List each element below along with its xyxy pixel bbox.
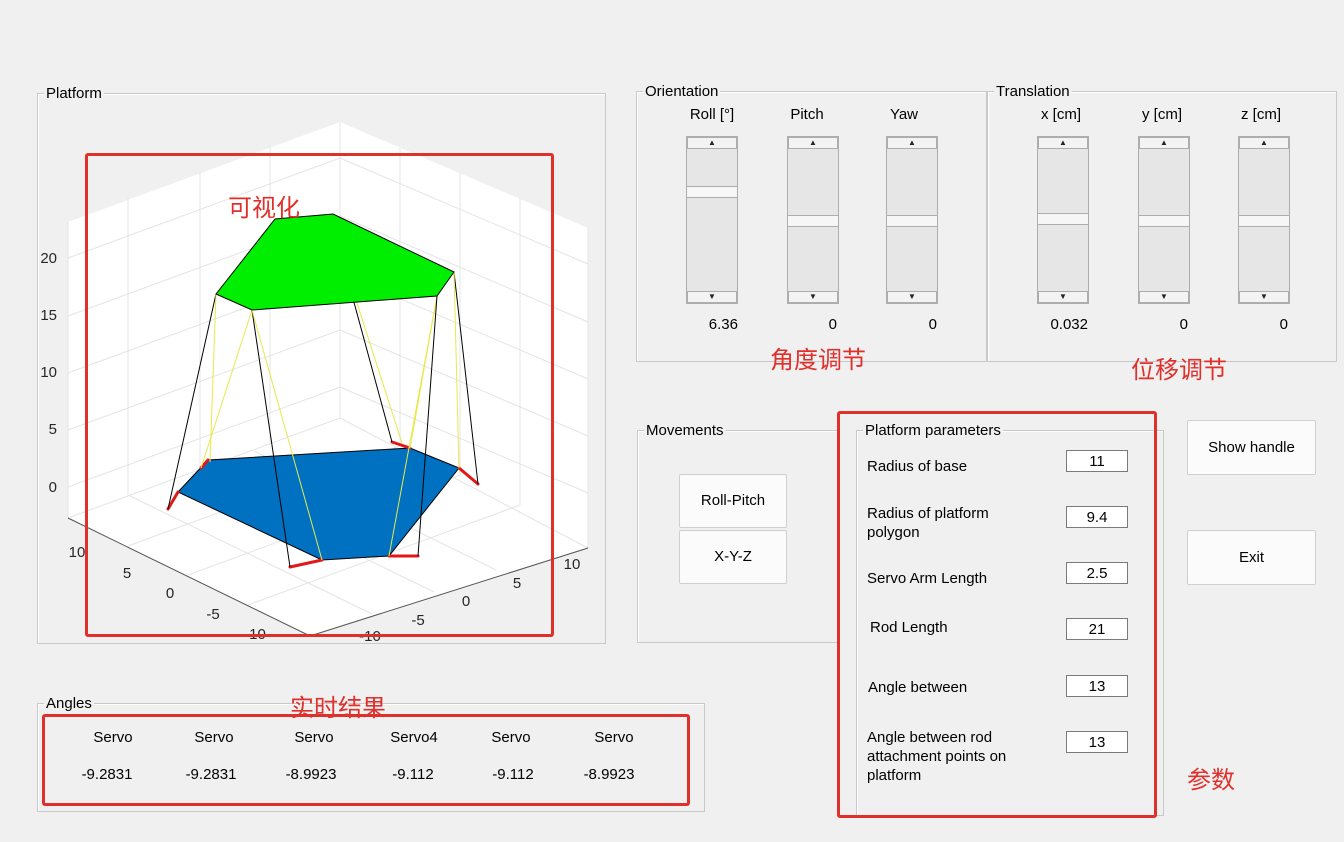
slider-thumb[interactable] <box>1239 215 1289 227</box>
z-tick: 5 <box>49 421 57 438</box>
slider-down-arrow-icon[interactable]: ▼ <box>887 291 937 303</box>
x-slider[interactable]: ▲ ▼ <box>1037 136 1089 304</box>
translation-panel-title: Translation <box>994 83 1072 100</box>
y-tick: 10 <box>564 556 581 573</box>
servo-6-header: Servo <box>594 729 634 746</box>
servo-6-value: -8.9923 <box>583 766 635 783</box>
x-tick: 10 <box>69 544 86 561</box>
angles-panel-title: Angles <box>44 695 94 712</box>
slider-thumb[interactable] <box>1139 215 1189 227</box>
slider-thumb[interactable] <box>887 215 937 227</box>
realtime-result-annotation-box <box>42 714 690 806</box>
z-header: z [cm] <box>1241 106 1281 123</box>
x-header: x [cm] <box>1041 106 1081 123</box>
servo-2-header: Servo <box>194 729 234 746</box>
slider-down-arrow-icon[interactable]: ▼ <box>687 291 737 303</box>
servo-4-header: Servo4 <box>390 729 438 746</box>
z-tick: 10 <box>40 364 57 381</box>
show-handle-button[interactable]: Show handle <box>1187 420 1316 475</box>
roll-header: Roll [°] <box>689 106 735 123</box>
parameters-annotation-label: 参数 <box>1187 767 1235 794</box>
roll-value: 6.36 <box>708 316 738 333</box>
pitch-header: Pitch <box>790 106 824 123</box>
movements-panel-title: Movements <box>644 422 726 439</box>
slider-down-arrow-icon[interactable]: ▼ <box>1038 291 1088 303</box>
z-tick: 0 <box>49 479 57 496</box>
pitch-value: 0 <box>828 316 837 333</box>
xyz-button[interactable]: X-Y-Z <box>679 530 787 584</box>
x-value: 0.032 <box>1050 316 1088 333</box>
angle-adjust-annotation: 角度调节 <box>770 347 866 374</box>
z-axis-ticks: 20 15 10 5 0 <box>40 250 57 496</box>
servo-1-header: Servo <box>93 729 133 746</box>
y-slider[interactable]: ▲ ▼ <box>1138 136 1190 304</box>
roll-pitch-button[interactable]: Roll-Pitch <box>679 474 787 528</box>
exit-button[interactable]: Exit <box>1187 530 1316 585</box>
servo-5-header: Servo <box>491 729 531 746</box>
slider-up-arrow-icon[interactable]: ▲ <box>788 137 838 149</box>
slider-up-arrow-icon[interactable]: ▲ <box>887 137 937 149</box>
slider-down-arrow-icon[interactable]: ▼ <box>788 291 838 303</box>
slider-thumb[interactable] <box>788 215 838 227</box>
yaw-value: 0 <box>928 316 937 333</box>
visualization-annotation-box <box>85 153 554 637</box>
servo-3-value: -8.9923 <box>285 766 337 783</box>
slider-up-arrow-icon[interactable]: ▲ <box>1239 137 1289 149</box>
pitch-slider[interactable]: ▲ ▼ <box>787 136 839 304</box>
servo-5-value: -9.112 <box>492 766 534 783</box>
slider-down-arrow-icon[interactable]: ▼ <box>1239 291 1289 303</box>
slider-thumb[interactable] <box>1038 213 1088 225</box>
z-tick: 20 <box>40 250 57 267</box>
orientation-panel-title: Orientation <box>643 83 721 100</box>
servo-2-value: -9.2831 <box>185 766 237 783</box>
z-slider[interactable]: ▲ ▼ <box>1238 136 1290 304</box>
servo-3-header: Servo <box>294 729 334 746</box>
yaw-slider[interactable]: ▲ ▼ <box>886 136 938 304</box>
y-value: 0 <box>1179 316 1188 333</box>
z-value: 0 <box>1279 316 1288 333</box>
y-header: y [cm] <box>1142 106 1182 123</box>
parameters-annotation-box <box>837 411 1157 818</box>
roll-slider[interactable]: ▲ ▼ <box>686 136 738 304</box>
slider-up-arrow-icon[interactable]: ▲ <box>1038 137 1088 149</box>
displacement-adjust-annotation: 位移调节 <box>1131 357 1227 384</box>
slider-up-arrow-icon[interactable]: ▲ <box>1139 137 1189 149</box>
slider-thumb[interactable] <box>687 186 737 198</box>
slider-down-arrow-icon[interactable]: ▼ <box>1139 291 1189 303</box>
servo-1-value: -9.2831 <box>81 766 133 783</box>
visualization-annotation-label: 可视化 <box>228 195 300 222</box>
slider-up-arrow-icon[interactable]: ▲ <box>687 137 737 149</box>
z-tick: 15 <box>40 307 57 324</box>
yaw-header: Yaw <box>889 106 919 123</box>
servo-4-value: -9.112 <box>392 766 434 783</box>
